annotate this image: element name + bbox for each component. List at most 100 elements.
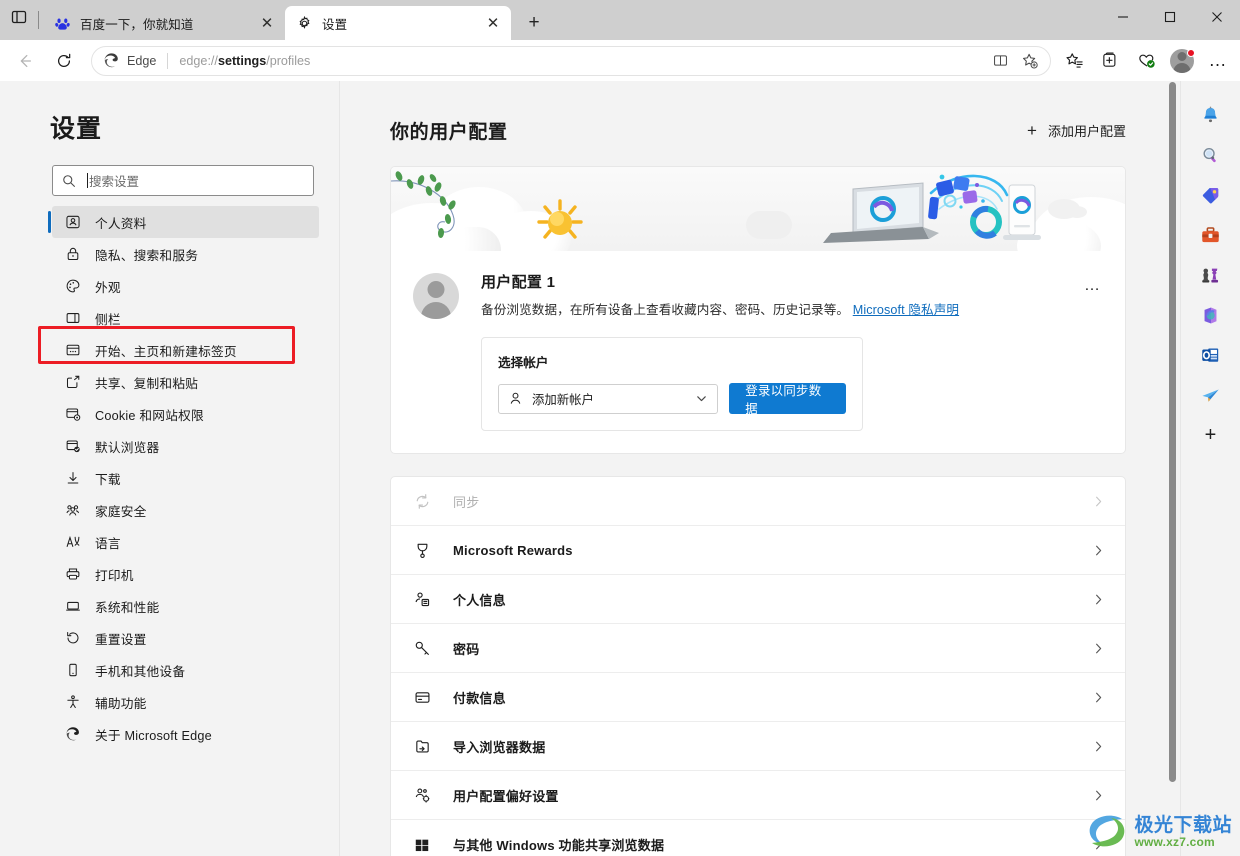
- profile-prefs-icon: [412, 785, 432, 805]
- split-screen-button[interactable]: [986, 48, 1014, 74]
- minimize-button[interactable]: [1099, 0, 1146, 34]
- add-favorite-button[interactable]: [1016, 48, 1044, 74]
- tab-baidu[interactable]: 百度一下，你就知道 ✕: [43, 6, 285, 40]
- sidebar-search-button[interactable]: [1191, 135, 1231, 175]
- add-profile-button[interactable]: + 添加用户配置: [1027, 121, 1126, 141]
- default-browser-icon: [64, 437, 82, 455]
- sidebar-item-start-home-newtab[interactable]: 开始、主页和新建标签页: [52, 334, 319, 366]
- privacy-statement-link[interactable]: Microsoft 隐私声明: [853, 303, 959, 317]
- browser-toolbar: Edge edge://settings/profiles …: [0, 40, 1240, 81]
- chevron-down-icon: [695, 392, 708, 405]
- sidebar-item-label: 手机和其他设备: [95, 664, 186, 679]
- sidebar-item-printers[interactable]: 打印机: [52, 558, 319, 590]
- sidebar-drop-button[interactable]: [1191, 375, 1231, 415]
- list-item-profile-preferences[interactable]: 用户配置偏好设置: [391, 771, 1125, 820]
- sidebar-item-family-safety[interactable]: 家庭安全: [52, 494, 319, 526]
- sidebar-item-cookies[interactable]: Cookie 和网站权限: [52, 398, 319, 430]
- sidebar-item-label: 语言: [95, 536, 121, 551]
- sidebar-outlook-button[interactable]: [1191, 335, 1231, 375]
- printer-icon: [64, 565, 82, 583]
- sidebar-item-sidebar[interactable]: 侧栏: [52, 302, 319, 334]
- list-item-payment-info[interactable]: 付款信息: [391, 673, 1125, 722]
- tab-title: 设置: [322, 17, 348, 32]
- profile-avatar-button[interactable]: [1165, 44, 1199, 78]
- tab-close-button[interactable]: ✕: [255, 11, 279, 35]
- cloud-shape: [746, 211, 792, 239]
- accessibility-icon: [64, 693, 82, 711]
- sidebar-item-phone-devices[interactable]: 手机和其他设备: [52, 654, 319, 686]
- profile-banner-illustration: [391, 167, 1125, 251]
- sidebar-item-profiles[interactable]: 个人资料: [48, 206, 319, 238]
- reset-icon: [64, 629, 82, 647]
- close-window-button[interactable]: [1193, 0, 1240, 34]
- profile-description: 备份浏览数据，在所有设备上查看收藏内容、密码、历史记录等。 Microsoft …: [481, 299, 1103, 318]
- tab-strip: 百度一下，你就知道 ✕ 设置 ✕ +: [0, 0, 551, 40]
- title-bar: 百度一下，你就知道 ✕ 设置 ✕ +: [0, 0, 1240, 40]
- scrollbar-thumb[interactable]: [1169, 82, 1176, 782]
- sidebar-item-share-copy-paste[interactable]: 共享、复制和粘贴: [52, 366, 319, 398]
- browser-settings-menu-button[interactable]: …: [1201, 44, 1235, 78]
- favorites-button[interactable]: [1057, 44, 1091, 78]
- system-icon: [64, 597, 82, 615]
- person-icon: [508, 391, 523, 406]
- sidebar-microsoft365-button[interactable]: [1191, 295, 1231, 335]
- settings-sidebar: 设置 搜索设置 个人资料 隐私、搜索和服务 外观 侧栏 开始、主页和新建标签页 …: [0, 81, 340, 856]
- content-scrollbar[interactable]: [1166, 81, 1180, 856]
- profile-summary-row: 用户配置 1 备份浏览数据，在所有设备上查看收藏内容、密码、历史记录等。 Mic…: [391, 251, 1125, 319]
- list-item-label: 与其他 Windows 功能共享浏览数据: [453, 838, 665, 853]
- sidebar-notifications-button[interactable]: [1191, 95, 1231, 135]
- sidebar-games-button[interactable]: [1191, 255, 1231, 295]
- list-item-share-with-windows[interactable]: 与其他 Windows 功能共享浏览数据: [391, 820, 1125, 856]
- palette-icon: [64, 277, 82, 295]
- tab-settings[interactable]: 设置 ✕: [285, 6, 511, 40]
- account-select-dropdown[interactable]: 添加新帐户: [498, 383, 719, 414]
- sidebar-item-label: 隐私、搜索和服务: [95, 248, 199, 263]
- sidebar-item-reset-settings[interactable]: 重置设置: [52, 622, 319, 654]
- omnibox-actions: [986, 48, 1044, 74]
- sidebar-item-label: 侧栏: [95, 312, 121, 327]
- profile-info: 用户配置 1 备份浏览数据，在所有设备上查看收藏内容、密码、历史记录等。 Mic…: [481, 271, 1103, 318]
- list-item-import-browser-data[interactable]: 导入浏览器数据: [391, 722, 1125, 771]
- collections-button[interactable]: [1093, 44, 1127, 78]
- tab-search-icon: [11, 10, 27, 24]
- address-bar[interactable]: Edge edge://settings/profiles: [91, 45, 1051, 76]
- sidebar-item-system-performance[interactable]: 系统和性能: [52, 590, 319, 622]
- sidebar-tools-button[interactable]: [1191, 215, 1231, 255]
- page-title: 设置: [50, 115, 103, 143]
- sidebar-item-privacy[interactable]: 隐私、搜索和服务: [52, 238, 319, 270]
- list-item-passwords[interactable]: 密码: [391, 624, 1125, 673]
- list-item-label: 个人信息: [453, 592, 506, 608]
- new-tab-button[interactable]: +: [517, 8, 551, 38]
- chevron-right-icon: [1092, 544, 1105, 557]
- sidebar-item-appearance[interactable]: 外观: [52, 270, 319, 302]
- credit-card-icon: [412, 687, 432, 707]
- sidebar-item-default-browser[interactable]: 默认浏览器: [52, 430, 319, 462]
- sidebar-add-button[interactable]: +: [1191, 415, 1231, 455]
- tab-search-button[interactable]: [0, 0, 38, 40]
- profile-more-options-button[interactable]: …: [1084, 277, 1101, 295]
- sign-in-sync-button[interactable]: 登录以同步数据: [729, 383, 846, 416]
- sidebar-item-label: 下载: [95, 472, 121, 487]
- maximize-button[interactable]: [1146, 0, 1193, 34]
- sidebar-item-about-edge[interactable]: 关于 Microsoft Edge: [52, 718, 319, 750]
- sidebar-item-label: 系统和性能: [95, 600, 160, 615]
- sidebar-item-label: 重置设置: [95, 632, 147, 647]
- back-button[interactable]: [8, 44, 42, 78]
- browser-essentials-button[interactable]: [1129, 44, 1163, 78]
- list-item-microsoft-rewards[interactable]: Microsoft Rewards: [391, 526, 1125, 575]
- list-item-sync[interactable]: 同步: [391, 477, 1125, 526]
- reload-button[interactable]: [47, 44, 81, 78]
- search-settings-input[interactable]: 搜索设置: [52, 165, 314, 196]
- shopping-tag-icon: [1202, 187, 1219, 203]
- tab-close-button[interactable]: ✕: [481, 11, 505, 35]
- url-text: edge://settings/profiles: [179, 54, 986, 68]
- sidebar-shopping-button[interactable]: [1191, 175, 1231, 215]
- sidebar-item-downloads[interactable]: 下载: [52, 462, 319, 494]
- settings-page: 设置 搜索设置 个人资料 隐私、搜索和服务 外观 侧栏 开始、主页和新建标签页 …: [0, 81, 1240, 856]
- sidebar-item-accessibility[interactable]: 辅助功能: [52, 686, 319, 718]
- list-item-personal-info[interactable]: 个人信息: [391, 575, 1125, 624]
- key-icon: [412, 638, 432, 658]
- sidebar-item-languages[interactable]: 语言: [52, 526, 319, 558]
- list-item-label: Microsoft Rewards: [453, 542, 573, 558]
- edge-sidebar-rail: +: [1180, 81, 1240, 856]
